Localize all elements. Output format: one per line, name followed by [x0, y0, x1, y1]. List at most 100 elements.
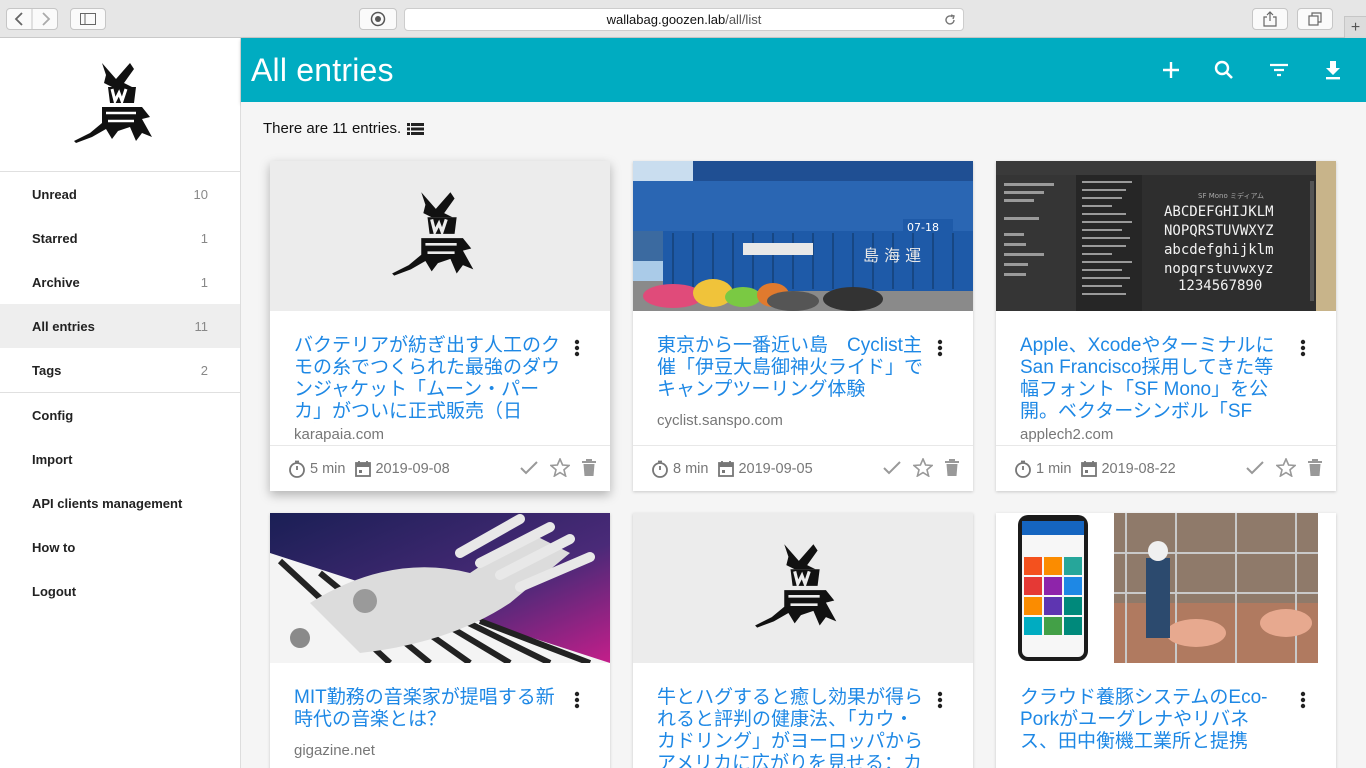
entry-preview-image[interactable] — [270, 513, 610, 663]
entry-domain[interactable]: applech2.com — [1020, 426, 1113, 443]
more-vert-icon[interactable] — [937, 691, 943, 709]
entry-date: 2019-08-22 — [1081, 460, 1176, 477]
entry-card[interactable]: バクテリアが紡ぎ出す人工のクモの糸でつくられた最強のダウンジャケット「ムーン・パ… — [270, 161, 610, 491]
sidebar-item-all-entries[interactable]: All entries 11 — [0, 304, 240, 348]
address-bar[interactable]: wallabag.goozen.lab/all/list — [404, 8, 964, 31]
sidebar: Unread 10 Starred 1 Archive 1 All entries 11… — [0, 38, 241, 768]
entry-card[interactable]: MIT勤務の音楽家が提唱する新時代の音楽とは？ gigazine.net — [270, 513, 610, 768]
reload-icon[interactable] — [943, 13, 957, 27]
wallabag-logo-icon — [392, 192, 474, 276]
mark-read-icon[interactable] — [1246, 460, 1264, 475]
star-icon[interactable] — [1276, 458, 1296, 477]
filter-icon[interactable] — [1267, 58, 1291, 82]
star-icon[interactable] — [913, 458, 933, 477]
entry-title[interactable]: MIT勤務の音楽家が提唱する新時代の音楽とは？ — [294, 687, 560, 733]
main-content: There are 11 entries. バクテリアが紡ぎ出す人工のクモの糸で… — [241, 102, 1366, 768]
svg-text:07-18: 07-18 — [907, 221, 939, 234]
sidebar-item-label: Import — [32, 451, 73, 467]
robot-piano-photo-icon — [270, 513, 610, 663]
entry-preview-image[interactable] — [270, 161, 610, 311]
download-icon[interactable] — [1321, 58, 1345, 82]
entry-footer: 5 min 2019-09-08 — [270, 445, 610, 491]
new-tab-button[interactable]: + — [1344, 16, 1366, 38]
entry-preview-image[interactable] — [633, 513, 973, 663]
entry-card[interactable]: 牛とハグすると癒し効果が得られると評判の健康法、「カウ・カドリング」がヨーロッパ… — [633, 513, 973, 768]
sidebar-item-label: Config — [32, 407, 74, 423]
back-forward-buttons[interactable] — [6, 8, 58, 30]
more-vert-icon[interactable] — [937, 339, 943, 357]
reading-time-value: 1 min — [1036, 460, 1072, 477]
reading-time-value: 8 min — [673, 460, 709, 477]
entry-card[interactable]: 島 海 運 07-18 東京から一番近い島 Cyclist主催「伊豆大島御神火ラ… — [633, 161, 973, 491]
wallabag-logo[interactable] — [0, 38, 240, 172]
entry-footer: 8 min 2019-09-05 — [633, 445, 973, 491]
add-icon[interactable] — [1159, 58, 1183, 82]
sidebar-item-label: All entries — [32, 318, 95, 334]
more-vert-icon[interactable] — [1300, 339, 1306, 357]
entry-date-value: 2019-09-05 — [738, 460, 813, 477]
sidebar-item-logout[interactable]: Logout — [0, 569, 240, 613]
more-vert-icon[interactable] — [574, 339, 580, 357]
timer-icon — [652, 460, 668, 478]
tabs-overview-button[interactable] — [1297, 8, 1333, 30]
more-vert-icon[interactable] — [574, 691, 580, 709]
entry-preview-image[interactable] — [996, 513, 1336, 663]
entry-domain[interactable]: cyclist.sanspo.com — [657, 412, 783, 429]
sidebar-item-archive[interactable]: Archive 1 — [0, 260, 240, 304]
reading-time: 1 min — [1014, 460, 1071, 478]
entry-date: 2019-09-08 — [355, 460, 450, 477]
sidebar-item-count: 2 — [200, 362, 208, 378]
sidebar-toggle-button[interactable] — [70, 8, 106, 30]
url-path: /all/list — [725, 12, 762, 27]
sidebar-item-api-clients[interactable]: API clients management — [0, 481, 240, 525]
svg-text:島 海 運: 島 海 運 — [863, 246, 921, 265]
entry-preview-image[interactable]: SF Mono ミディアム ABCDEFGHIJKLM NOPQRSTUVWXY… — [996, 161, 1336, 311]
sidebar-item-import[interactable]: Import — [0, 437, 240, 481]
entry-date-value: 2019-09-08 — [375, 460, 450, 477]
entry-domain[interactable]: karapaia.com — [294, 426, 384, 443]
entry-card[interactable]: クラウド養豚システムのEco-Porkがユーグレナやリバネス、田中衡機工業所と提… — [996, 513, 1336, 768]
url-host: wallabag.goozen.lab — [606, 12, 726, 27]
sidebar-item-label: Unread — [32, 186, 77, 202]
entry-title[interactable]: 牛とハグすると癒し効果が得られると評判の健康法、「カウ・カドリング」がヨーロッパ… — [657, 687, 923, 768]
sidebar-item-unread[interactable]: Unread 10 — [0, 172, 240, 216]
sidebar-item-label: How to — [32, 539, 76, 555]
entry-domain[interactable]: gigazine.net — [294, 742, 375, 759]
entry-card[interactable]: SF Mono ミディアム ABCDEFGHIJKLM NOPQRSTUVWXY… — [996, 161, 1336, 491]
sidebar-item-label: Logout — [32, 583, 77, 599]
calendar-icon — [718, 461, 735, 477]
entry-title[interactable]: Apple、XcodeやターミナルにSan Francisco採用してきた等幅フ… — [1020, 335, 1286, 423]
entry-date-value: 2019-08-22 — [1101, 460, 1176, 477]
share-button[interactable] — [1252, 8, 1288, 30]
delete-icon[interactable] — [945, 459, 959, 476]
entry-title[interactable]: 東京から一番近い島 Cyclist主催「伊豆大島御神火ライド」でキャンプツーリン… — [657, 335, 923, 401]
sidebar-item-config[interactable]: Config — [0, 393, 240, 437]
sidebar-item-count: 11 — [194, 318, 209, 334]
sidebar-item-how-to[interactable]: How to — [0, 525, 240, 569]
list-view-icon[interactable] — [407, 122, 425, 136]
entry-date: 2019-09-05 — [718, 460, 813, 477]
font-screenshot-icon: SF Mono ミディアム ABCDEFGHIJKLM NOPQRSTUVWXY… — [996, 161, 1336, 311]
sidebar-item-label: Starred — [32, 230, 78, 246]
delete-icon[interactable] — [1308, 459, 1322, 476]
app-header: All entries — [241, 38, 1366, 102]
more-vert-icon[interactable] — [1300, 691, 1306, 709]
entry-preview-image[interactable]: 島 海 運 07-18 — [633, 161, 973, 311]
sidebar-item-tags[interactable]: Tags 2 — [0, 348, 240, 392]
entry-title[interactable]: クラウド養豚システムのEco-Porkがユーグレナやリバネス、田中衡機工業所と提… — [1020, 687, 1286, 768]
mark-read-icon[interactable] — [883, 460, 901, 475]
privacy-icon[interactable] — [359, 8, 397, 30]
sidebar-item-count: 1 — [200, 274, 208, 290]
search-icon[interactable] — [1212, 58, 1236, 82]
browser-toolbar: wallabag.goozen.lab/all/list + — [0, 0, 1366, 38]
sidebar-item-starred[interactable]: Starred 1 — [0, 216, 240, 260]
font-preview-line: 1234567890 — [1178, 278, 1262, 294]
delete-icon[interactable] — [582, 459, 596, 476]
entry-title[interactable]: バクテリアが紡ぎ出す人工のクモの糸でつくられた最強のダウンジャケット「ムーン・パ… — [294, 335, 560, 423]
mark-read-icon[interactable] — [520, 460, 538, 475]
font-preview-line: abcdefghijklm — [1164, 242, 1274, 258]
entries-count: There are 11 entries. — [263, 120, 425, 137]
star-icon[interactable] — [550, 458, 570, 477]
font-preview-line: nopqrstuvwxyz — [1164, 261, 1274, 277]
wallabag-logo-icon — [74, 62, 152, 143]
